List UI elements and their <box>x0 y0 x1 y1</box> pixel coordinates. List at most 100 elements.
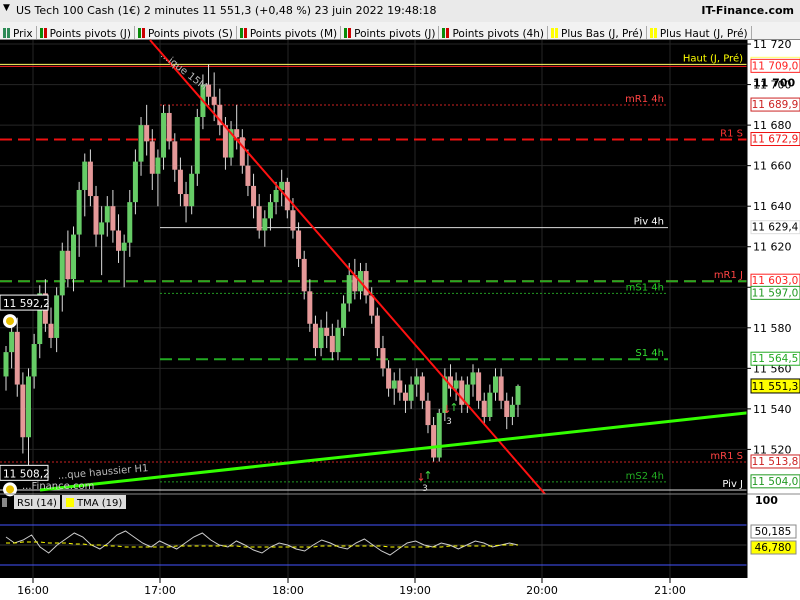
candle-down <box>177 169 183 195</box>
price-tick-label: 11 620 <box>753 241 792 254</box>
alert-bell-icon <box>6 317 14 326</box>
candle-up <box>3 352 9 377</box>
candle-down <box>312 323 318 349</box>
legend-swatch <box>348 28 352 38</box>
candle-down <box>290 210 296 231</box>
legend-item[interactable]: Prix <box>0 26 37 39</box>
candle-up <box>414 376 420 385</box>
candle-up <box>138 125 144 162</box>
candle-up <box>127 202 133 243</box>
candle-down <box>324 327 330 336</box>
candle-up <box>99 222 105 235</box>
candle-up <box>453 380 459 389</box>
candle-down <box>20 384 26 438</box>
legend-swatch <box>43 28 47 38</box>
time-tick-label: 21:00 <box>654 584 686 597</box>
candle-down <box>211 96 217 105</box>
candle-up <box>26 376 32 438</box>
candle-up <box>71 234 77 280</box>
pivot-level-label: mR1 J <box>714 270 743 281</box>
legend-item[interactable]: Plus Bas (J, Pré) <box>548 26 647 39</box>
candle-down <box>48 323 54 338</box>
pivot-level-label: mS1 4h <box>626 282 664 293</box>
candle-down <box>14 331 20 385</box>
triangle-down-icon[interactable]: ▼ <box>3 3 10 13</box>
legend-item[interactable]: Points pivots (J) <box>37 26 135 39</box>
candle-down <box>234 129 240 138</box>
candle-down <box>498 376 504 401</box>
candle-up <box>346 275 352 304</box>
candle-down <box>402 392 408 401</box>
legend-swatch <box>653 28 657 38</box>
rsi-legend-label: RSI (14) <box>17 498 57 509</box>
candle-down <box>256 206 262 231</box>
candle-up <box>132 161 138 203</box>
candle-up <box>262 218 268 231</box>
pivot-level-label: Piv J <box>722 479 743 490</box>
candle-down <box>301 258 307 292</box>
legend-swatch <box>442 28 446 38</box>
legend-swatch <box>137 28 141 38</box>
legend-item[interactable]: Points pivots (4h) <box>439 26 548 39</box>
candle-down <box>431 425 437 458</box>
buy-arrow-icon: ↑ <box>449 401 458 414</box>
time-tick-label: 16:00 <box>17 584 49 597</box>
legend-item[interactable]: Plus Haut (J, Pré) <box>647 26 752 39</box>
high-marker-label: 11 592,2 <box>3 298 50 310</box>
legend-item[interactable]: Points pivots (S) <box>135 26 237 39</box>
pivot-level-label: mS2 4h <box>626 471 664 482</box>
pivot-level-tag: 11 629,4 <box>752 222 799 234</box>
legend-swatch <box>141 28 145 38</box>
candle-up <box>341 303 347 328</box>
legend-item[interactable]: Points pivots (J) <box>341 26 440 39</box>
tma-legend-label: TMA (19) <box>76 498 122 509</box>
price-tick-label-bold: 11 700 <box>753 77 795 90</box>
candle-up <box>76 189 82 235</box>
candle-up <box>155 157 161 174</box>
pivot-level-tag: 11 672,9 <box>752 134 799 146</box>
candle-down <box>93 196 99 235</box>
candle-down <box>369 295 375 316</box>
candle-down <box>183 194 189 207</box>
legend-swatch <box>7 28 10 38</box>
watermark-text: ...Finance.com <box>22 481 94 492</box>
candle-down <box>172 141 178 170</box>
pivot-level-label: mR1 S <box>710 451 743 462</box>
candle-down <box>481 400 487 417</box>
legend-swatch <box>243 28 247 38</box>
candle-up <box>161 112 167 158</box>
candle-up <box>54 295 60 338</box>
price-tick-label: 11 520 <box>753 443 792 456</box>
candle-down <box>380 348 386 369</box>
brand-label[interactable]: IT-Finance.com <box>701 4 794 17</box>
alert-bell-icon <box>6 485 14 494</box>
candle-up <box>509 404 515 417</box>
time-axis-panel <box>0 578 747 600</box>
signal-count: 3 <box>422 484 428 494</box>
legend-item[interactable]: Points pivots (M) <box>237 26 342 39</box>
pivot-level-tag: 11 603,0 <box>752 275 799 287</box>
current-price-tag: 11 551,3 <box>752 381 799 393</box>
candle-down <box>87 161 93 197</box>
candle-down <box>110 206 116 231</box>
time-tick-label: 18:00 <box>272 584 304 597</box>
candle-down <box>245 165 251 186</box>
price-tick-label: 11 720 <box>753 39 792 51</box>
candle-down <box>166 112 172 142</box>
candle-up <box>436 412 442 458</box>
legend-swatch <box>3 28 6 38</box>
candle-down <box>425 400 431 426</box>
candle-down <box>419 376 425 401</box>
candle-down <box>307 291 313 324</box>
candle-down <box>397 380 403 393</box>
candle-up <box>194 117 200 174</box>
legend-swatch <box>239 28 243 38</box>
legend-swatch <box>649 28 653 38</box>
candle-down <box>65 250 71 280</box>
time-tick-label: 17:00 <box>144 584 176 597</box>
rsi-value: 50,185 <box>755 526 792 538</box>
candle-up <box>273 189 279 203</box>
price-tick-label: 11 640 <box>753 200 792 213</box>
price-tick-label: 11 660 <box>753 160 792 173</box>
candle-up <box>121 242 127 251</box>
